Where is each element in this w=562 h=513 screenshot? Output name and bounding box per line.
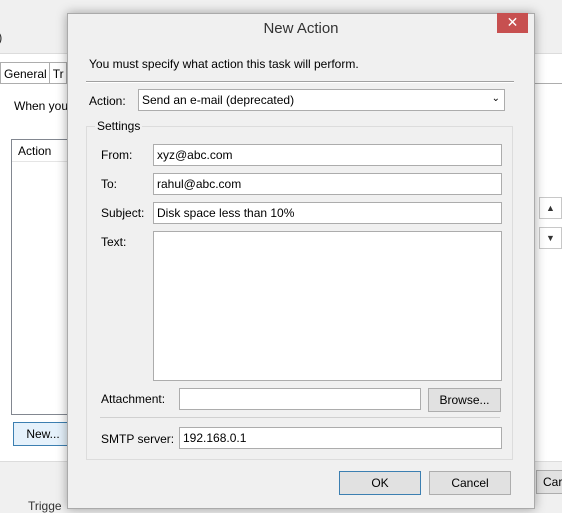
dialog-prompt: You must specify what action this task w… bbox=[89, 57, 359, 71]
subject-field[interactable]: Disk space less than 10% bbox=[153, 202, 502, 224]
tab-general[interactable]: General bbox=[0, 62, 50, 84]
dialog-title: New Action bbox=[263, 20, 339, 37]
browse-button[interactable]: Browse... bbox=[428, 388, 501, 412]
background-tab-strip: General Tr bbox=[0, 62, 67, 84]
message-text-area[interactable] bbox=[153, 231, 502, 381]
text-label: Text: bbox=[101, 235, 127, 249]
cancel-button[interactable]: Cancel bbox=[429, 471, 511, 495]
action-label: Action: bbox=[89, 94, 126, 108]
arrow-down-icon: ▼ bbox=[546, 233, 555, 243]
from-label: From: bbox=[101, 148, 133, 162]
arrow-up-icon: ▲ bbox=[546, 203, 555, 213]
new-action-button[interactable]: New... bbox=[13, 422, 73, 446]
settings-divider bbox=[100, 417, 500, 418]
new-action-dialog: New Action ✕ You must specify what actio… bbox=[67, 13, 535, 509]
actions-list-header[interactable]: Action bbox=[12, 140, 70, 162]
move-up-button[interactable]: ▲ bbox=[539, 197, 562, 219]
from-field[interactable]: xyz@abc.com bbox=[153, 144, 502, 166]
move-down-button[interactable]: ▼ bbox=[539, 227, 562, 249]
background-cancel-button[interactable]: Car bbox=[536, 470, 562, 494]
background-close-glyph: ) bbox=[0, 30, 2, 45]
attachment-label: Attachment: bbox=[101, 392, 166, 406]
smtp-server-field[interactable]: 192.168.0.1 bbox=[179, 427, 502, 449]
to-label: To: bbox=[101, 177, 118, 191]
close-button[interactable]: ✕ bbox=[497, 13, 528, 33]
close-icon: ✕ bbox=[506, 14, 519, 30]
action-select[interactable]: Send an e-mail (deprecated) ⌄ bbox=[138, 89, 505, 111]
chevron-down-icon: ⌄ bbox=[491, 93, 500, 104]
settings-legend: Settings bbox=[95, 119, 143, 133]
action-select-value: Send an e-mail (deprecated) bbox=[142, 93, 295, 107]
prompt-divider bbox=[86, 81, 514, 83]
attachment-field[interactable] bbox=[179, 388, 421, 410]
actions-list[interactable]: Action bbox=[11, 139, 71, 415]
background-triggers-text: Trigge bbox=[28, 499, 62, 513]
dialog-titlebar[interactable]: New Action ✕ bbox=[68, 13, 534, 44]
tab-triggers[interactable]: Tr bbox=[48, 62, 67, 84]
background-description-text: When you bbox=[14, 99, 69, 113]
smtp-server-label: SMTP server: bbox=[101, 432, 175, 446]
to-field[interactable]: rahul@abc.com bbox=[153, 173, 502, 195]
subject-label: Subject: bbox=[101, 206, 145, 220]
ok-button[interactable]: OK bbox=[339, 471, 421, 495]
